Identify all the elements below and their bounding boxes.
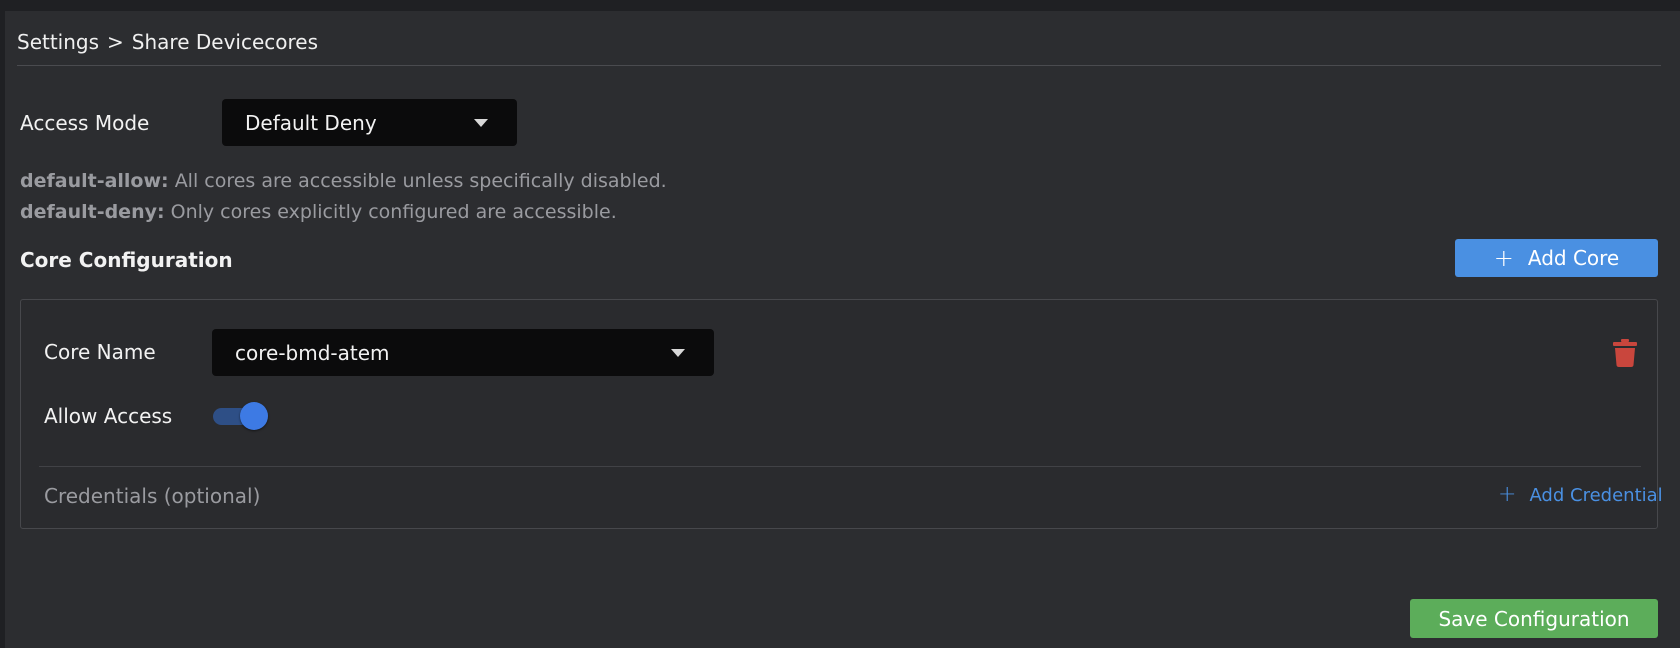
header-divider <box>17 65 1661 66</box>
breadcrumb-separator: > <box>107 30 124 54</box>
add-core-label: Add Core <box>1527 246 1620 270</box>
core-configuration-title: Core Configuration <box>20 248 233 272</box>
chevron-down-icon <box>671 349 685 357</box>
core-name-label: Core Name <box>44 340 156 364</box>
add-core-button[interactable]: + Add Core <box>1455 239 1658 277</box>
breadcrumb-settings[interactable]: Settings <box>17 30 99 54</box>
help-key: default-allow: <box>20 170 169 192</box>
plus-icon: + <box>1498 482 1517 507</box>
help-key: default-deny: <box>20 201 165 223</box>
toggle-knob <box>240 402 268 430</box>
breadcrumb: Settings > Share Devicecores <box>17 30 318 54</box>
core-name-select[interactable]: core-bmd-atem <box>212 329 714 376</box>
access-mode-value: Default Deny <box>245 110 377 135</box>
help-text: Only cores explicitly configured are acc… <box>170 201 617 223</box>
breadcrumb-current: Share Devicecores <box>131 30 319 54</box>
allow-access-toggle[interactable] <box>213 402 271 430</box>
trash-icon[interactable] <box>1613 339 1637 367</box>
help-text: All cores are accessible unless specific… <box>174 170 667 192</box>
credentials-label: Credentials (optional) <box>44 484 261 508</box>
help-default-deny: default-deny: Only cores explicitly conf… <box>20 201 617 223</box>
access-mode-label: Access Mode <box>20 111 150 135</box>
card-divider <box>39 466 1641 467</box>
plus-icon: + <box>1493 244 1514 272</box>
allow-access-label: Allow Access <box>44 404 173 428</box>
core-name-value: core-bmd-atem <box>235 340 390 365</box>
add-credential-link[interactable]: + Add Credential <box>1498 484 1663 506</box>
chevron-down-icon <box>474 119 488 127</box>
access-mode-select[interactable]: Default Deny <box>222 99 517 146</box>
help-default-allow: default-allow: All cores are accessible … <box>20 170 667 192</box>
save-configuration-label: Save Configuration <box>1438 606 1630 631</box>
add-credential-label: Add Credential <box>1529 484 1663 506</box>
save-configuration-button[interactable]: Save Configuration <box>1410 599 1658 638</box>
